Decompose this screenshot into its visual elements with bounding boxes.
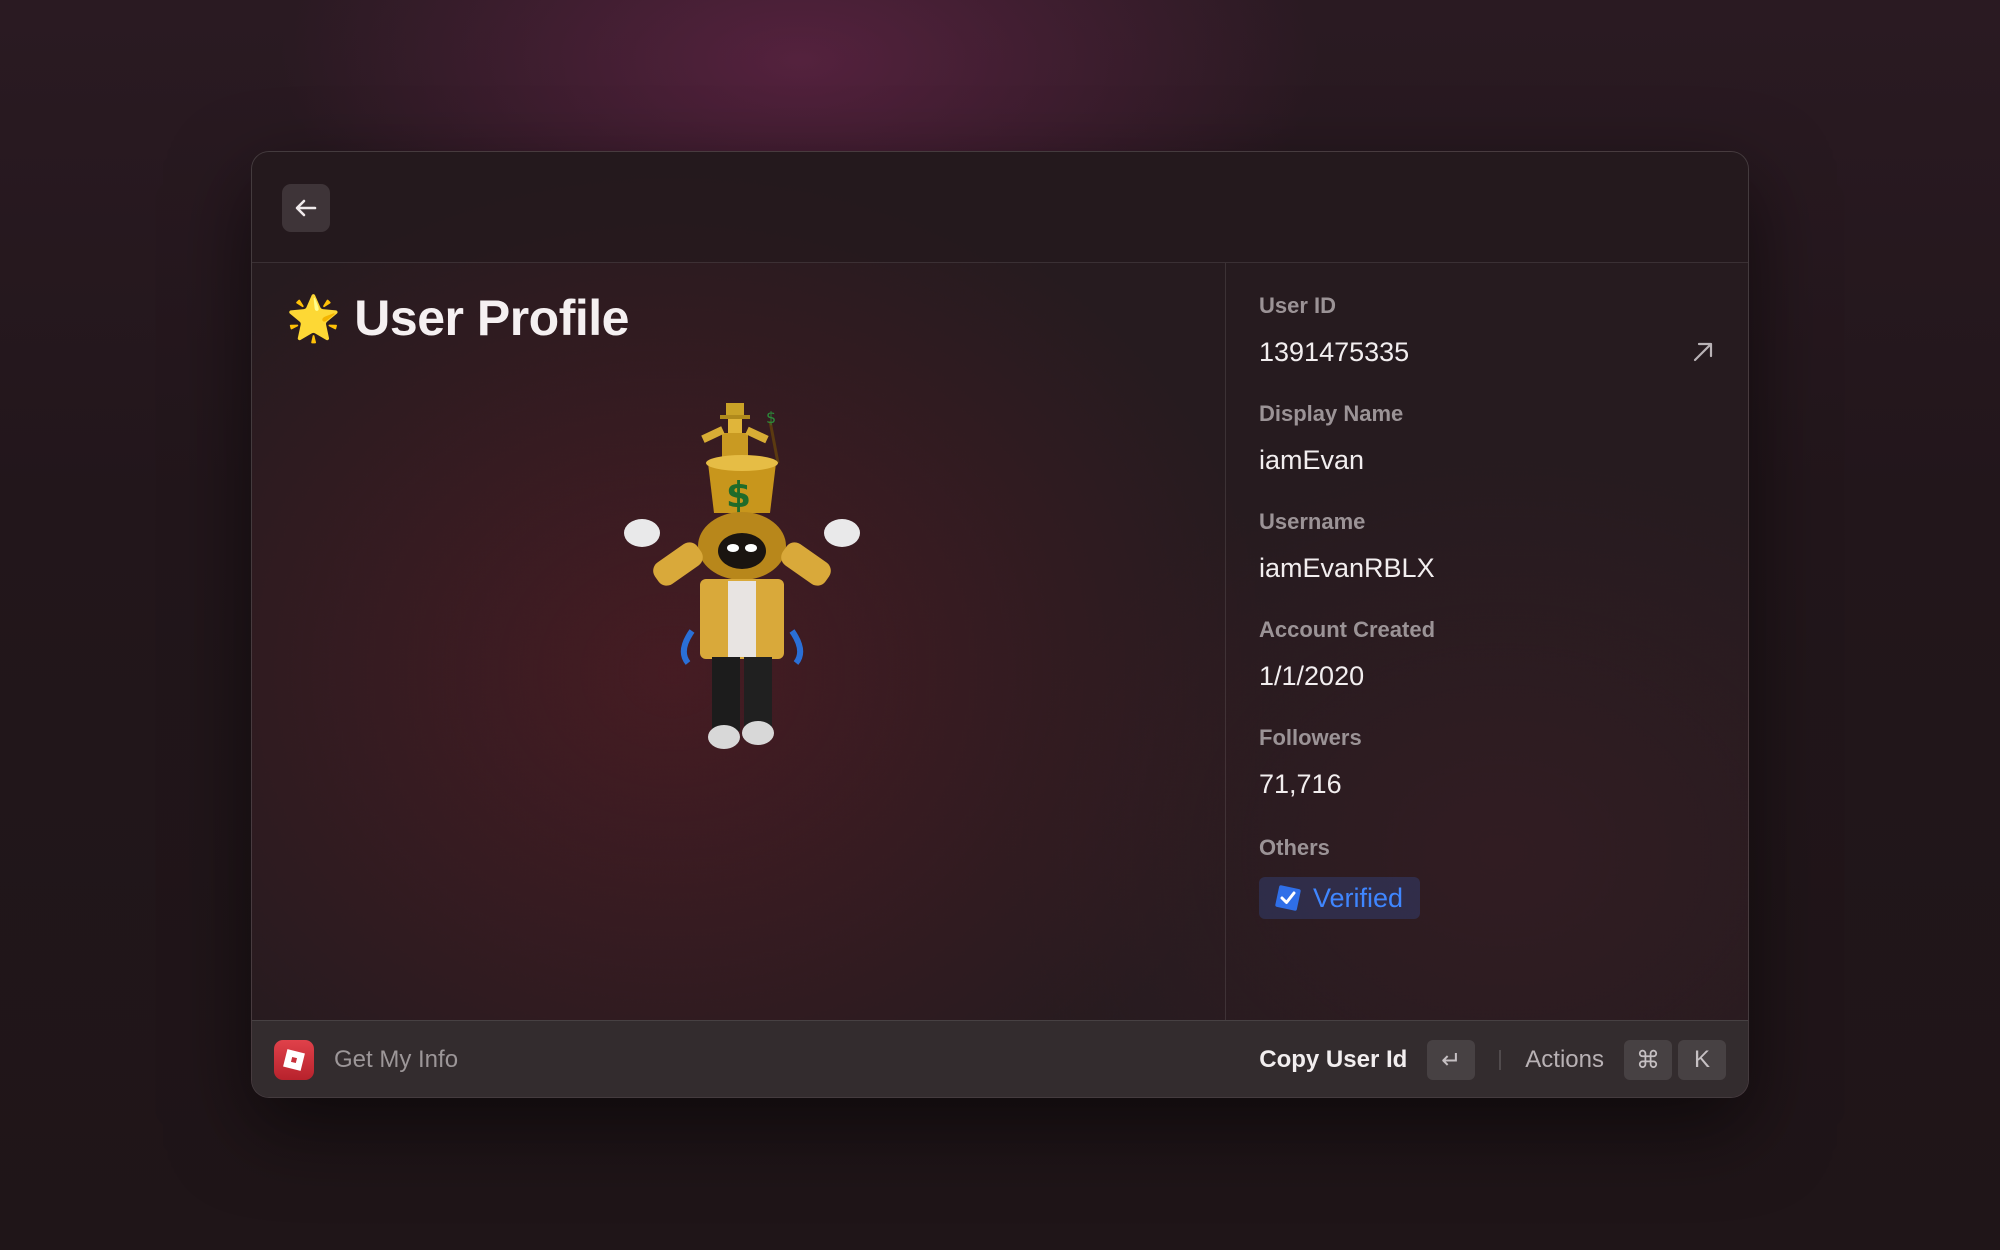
metadata-pane: User ID 1391475335 Display Name iamEvan … <box>1226 263 1748 1020</box>
raycast-window: 🌟 User Profile $ $ User ID 1391475335 Di… <box>251 151 1749 1098</box>
svg-text:$: $ <box>766 408 776 427</box>
followers-label: Followers <box>1259 725 1362 750</box>
copy-user-id-button[interactable]: Copy User Id <box>1259 1046 1407 1074</box>
star-emoji-icon: 🌟 <box>286 294 341 343</box>
user-id-label: User ID <box>1259 293 1337 318</box>
back-button[interactable] <box>282 184 330 232</box>
roblox-app-icon <box>274 1040 314 1080</box>
action-bar: Get My Info Copy User Id ↵ Actions ⌘ K <box>252 1020 1748 1097</box>
page-title-text: User Profile <box>354 290 629 346</box>
user-id-field: User ID 1391475335 <box>1259 293 1409 368</box>
verified-badge: Verified <box>1259 877 1421 919</box>
roblox-avatar-image: $ $ <box>624 403 860 749</box>
action-bar-actions: Copy User Id ↵ Actions ⌘ K <box>1259 1039 1726 1081</box>
action-separator <box>1499 1050 1502 1070</box>
username-value: iamEvanRBLX <box>1259 553 1435 583</box>
roblox-logo-icon <box>283 1049 305 1071</box>
enter-key-hint: ↵ <box>1427 1040 1476 1080</box>
display-name-value: iamEvan <box>1259 445 1365 475</box>
account-created-label: Account Created <box>1259 617 1436 642</box>
arrow-left-icon <box>295 199 317 217</box>
display-name-label: Display Name <box>1259 401 1404 426</box>
username-field: Username iamEvanRBLX <box>1259 509 1435 584</box>
display-name-field: Display Name iamEvan <box>1259 401 1403 476</box>
page-title: 🌟 User Profile <box>286 289 629 347</box>
verified-check-icon <box>1275 885 1301 911</box>
user-id-value[interactable]: 1391475335 <box>1259 337 1409 368</box>
profile-detail-pane: 🌟 User Profile $ $ <box>252 263 1226 1020</box>
username-label: Username <box>1259 509 1366 534</box>
k-key-hint: K <box>1678 1040 1726 1080</box>
others-label: Others <box>1259 835 1330 860</box>
command-name: Get My Info <box>334 1046 459 1073</box>
open-link-icon[interactable] <box>1690 339 1716 365</box>
window-header <box>252 152 1748 263</box>
account-created-value: 1/1/2020 <box>1259 661 1365 691</box>
svg-text:$: $ <box>726 475 751 516</box>
verified-badge-label: Verified <box>1313 882 1404 913</box>
others-field: Others Verified <box>1259 835 1421 919</box>
cmd-key-hint: ⌘ <box>1624 1040 1672 1080</box>
followers-value: 71,716 <box>1259 769 1342 799</box>
followers-field: Followers 71,716 <box>1259 725 1362 800</box>
actions-button[interactable]: Actions <box>1525 1046 1604 1074</box>
account-created-field: Account Created 1/1/2020 <box>1259 617 1435 692</box>
